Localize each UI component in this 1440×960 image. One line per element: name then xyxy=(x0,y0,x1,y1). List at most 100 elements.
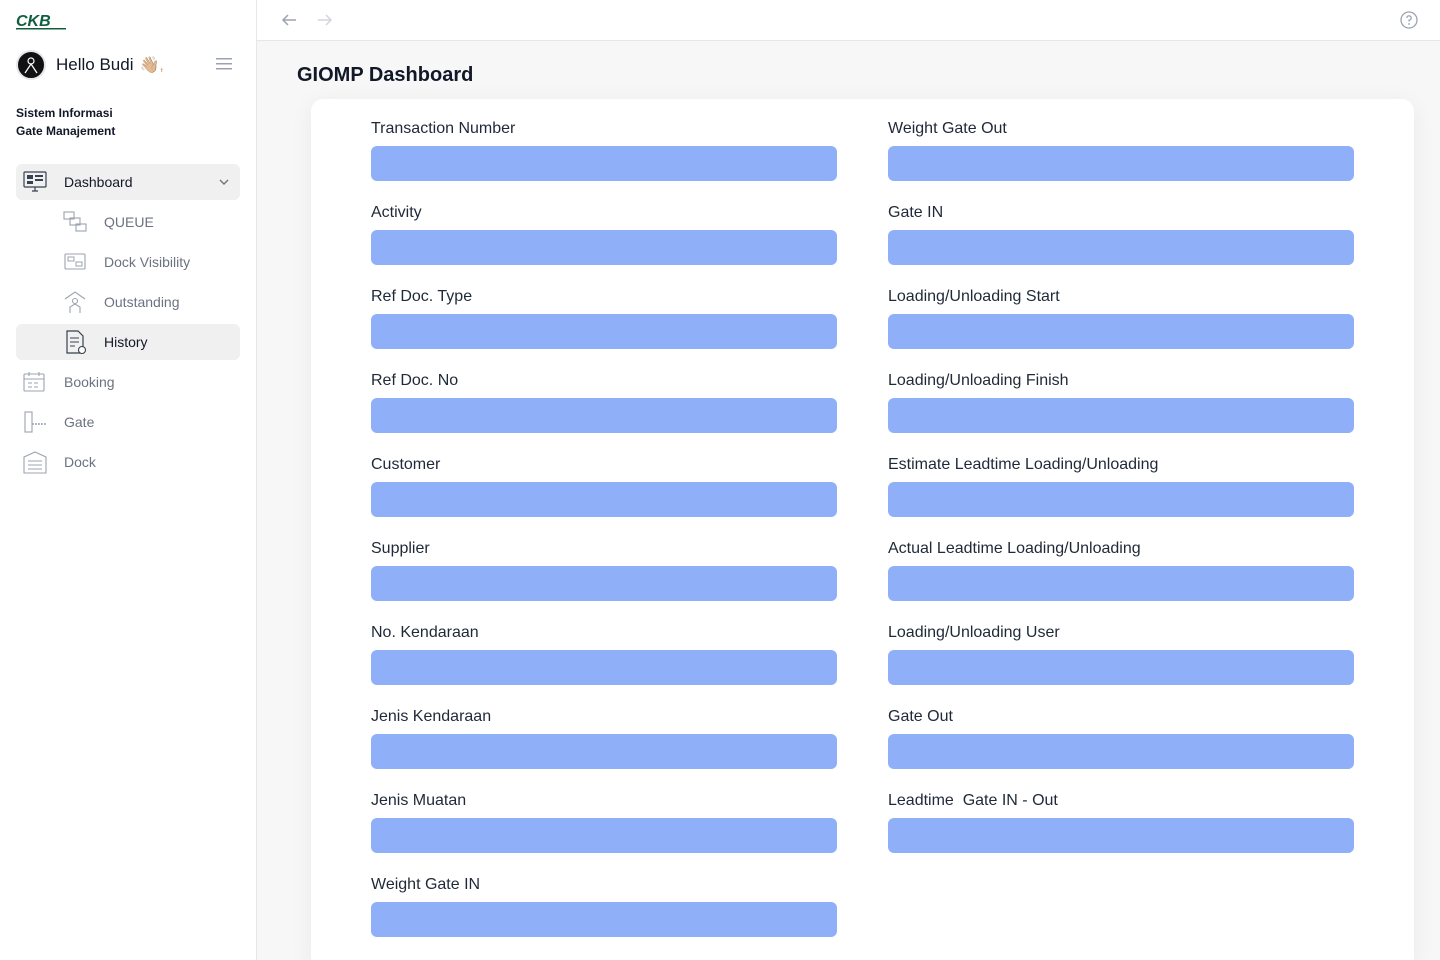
field-label: Gate Out xyxy=(888,708,953,725)
loading-unloading-user-input[interactable] xyxy=(888,650,1354,685)
field-actual-leadtime: Actual Leadtime Loading/Unloading xyxy=(888,539,1354,601)
field-weight-gate-in: Weight Gate IN xyxy=(371,875,837,937)
field-label: No. Kendaraan xyxy=(371,624,479,641)
field-gate-in: Gate IN xyxy=(888,203,1354,265)
nav-dashboard-label: Dashboard xyxy=(64,174,133,190)
logo-text: CKB xyxy=(16,13,51,30)
nav-booking-label: Booking xyxy=(64,374,115,390)
user-greeting: Hello Budi 👋🏼, xyxy=(16,50,240,80)
hamburger-menu-icon[interactable] xyxy=(216,57,232,71)
weight-gate-out-input[interactable] xyxy=(888,146,1354,181)
nav-history[interactable]: History xyxy=(16,324,240,360)
history-icon xyxy=(66,330,87,355)
field-label: Jenis Kendaraan xyxy=(371,708,492,725)
queue-icon xyxy=(63,211,87,232)
field-jenis-muatan: Jenis Muatan xyxy=(371,791,837,853)
field-activity: Activity xyxy=(371,203,837,265)
dock-icon xyxy=(23,451,47,474)
sidebar: CKB Hello Budi 👋🏼, Sistem Informasi Gate… xyxy=(0,0,257,960)
nav-dock-label: Dock xyxy=(64,454,96,470)
field-gate-out: Gate Out xyxy=(888,707,1354,769)
activity-input[interactable] xyxy=(371,230,837,265)
customer-input[interactable] xyxy=(371,482,837,517)
field-supplier: Supplier xyxy=(371,539,837,601)
gate-icon xyxy=(24,411,47,433)
field-label: Estimate Leadtime Loading/Unloading xyxy=(888,456,1159,473)
field-label: Actual Leadtime Loading/Unloading xyxy=(888,540,1141,557)
field-label: Loading/Unloading Start xyxy=(888,288,1060,305)
field-no-kendaraan: No. Kendaraan xyxy=(371,623,837,685)
loading-unloading-finish-input[interactable] xyxy=(888,398,1354,433)
field-loading-unloading-start: Loading/Unloading Start xyxy=(888,287,1354,349)
field-label: Weight Gate Out xyxy=(888,120,1007,137)
topbar xyxy=(257,0,1440,41)
field-label: Leadtime Gate IN - Out xyxy=(888,792,1058,809)
field-label: Supplier xyxy=(371,540,430,557)
wave-emoji: 👋🏼, xyxy=(139,57,164,74)
chevron-down-icon[interactable] xyxy=(218,176,230,188)
supplier-input[interactable] xyxy=(371,566,837,601)
field-label: Loading/Unloading Finish xyxy=(888,372,1069,389)
field-label: Weight Gate IN xyxy=(371,876,481,893)
leadtime-gate-in-out-input[interactable] xyxy=(888,818,1354,853)
field-loading-unloading-user: Loading/Unloading User xyxy=(888,623,1354,685)
back-arrow-icon[interactable] xyxy=(279,10,299,30)
nav-history-label: History xyxy=(104,334,148,350)
nav-outstanding[interactable]: Outstanding xyxy=(16,284,240,320)
transaction-number-input[interactable] xyxy=(371,146,837,181)
no-kendaraan-input[interactable] xyxy=(371,650,837,685)
page-title: GIOMP Dashboard xyxy=(297,64,474,86)
field-weight-gate-out: Weight Gate Out xyxy=(888,119,1354,181)
nav-gate-label: Gate xyxy=(64,414,95,430)
field-label: Ref Doc. No xyxy=(371,372,459,389)
jenis-muatan-input[interactable] xyxy=(371,818,837,853)
jenis-kendaraan-input[interactable] xyxy=(371,734,837,769)
field-label: Loading/Unloading User xyxy=(888,624,1060,641)
gate-in-input[interactable] xyxy=(888,230,1354,265)
ref-doc-no-input[interactable] xyxy=(371,398,837,433)
detail-card: Transaction Number Activity Ref Doc. Typ… xyxy=(311,99,1414,960)
greeting-text: Hello Budi xyxy=(56,55,134,74)
ckb-logo[interactable]: CKB xyxy=(16,12,68,32)
weight-gate-in-input[interactable] xyxy=(371,902,837,937)
app-title-line1: Sistem Informasi xyxy=(16,106,113,120)
booking-icon xyxy=(23,372,45,392)
avatar[interactable] xyxy=(16,50,46,80)
app-title-line2: Gate Manajement xyxy=(16,124,116,138)
nav-queue[interactable]: QUEUE xyxy=(16,204,240,240)
nav-dock[interactable]: Dock xyxy=(16,444,240,480)
field-leadtime-gate-in-out: Leadtime Gate IN - Out xyxy=(888,791,1354,853)
field-label: Jenis Muatan xyxy=(371,792,467,809)
field-customer: Customer xyxy=(371,455,837,517)
forward-arrow-icon[interactable] xyxy=(315,10,335,30)
field-label: Customer xyxy=(371,456,441,473)
user-avatar-icon xyxy=(24,57,38,74)
nav-queue-label: QUEUE xyxy=(104,214,154,230)
nav-outstanding-label: Outstanding xyxy=(104,294,180,310)
field-label: Activity xyxy=(371,204,422,221)
nav-booking[interactable]: Booking xyxy=(16,364,240,400)
gate-out-input[interactable] xyxy=(888,734,1354,769)
help-icon[interactable] xyxy=(1400,11,1418,29)
field-ref-doc-no: Ref Doc. No xyxy=(371,371,837,433)
nav-dock-visibility[interactable]: Dock Visibility xyxy=(16,244,240,280)
nav-dock-visibility-label: Dock Visibility xyxy=(104,254,191,270)
field-jenis-kendaraan: Jenis Kendaraan xyxy=(371,707,837,769)
outstanding-icon xyxy=(64,291,86,313)
field-estimate-leadtime: Estimate Leadtime Loading/Unloading xyxy=(888,455,1354,517)
loading-unloading-start-input[interactable] xyxy=(888,314,1354,349)
app-title: Sistem Informasi Gate Manajement xyxy=(16,104,115,140)
estimate-leadtime-input[interactable] xyxy=(888,482,1354,517)
ref-doc-type-input[interactable] xyxy=(371,314,837,349)
dashboard-icon xyxy=(23,171,47,192)
nav-dashboard[interactable]: Dashboard xyxy=(16,164,240,200)
actual-leadtime-input[interactable] xyxy=(888,566,1354,601)
field-label: Gate IN xyxy=(888,204,944,221)
field-label: Ref Doc. Type xyxy=(371,288,473,305)
field-loading-unloading-finish: Loading/Unloading Finish xyxy=(888,371,1354,433)
nav-gate[interactable]: Gate xyxy=(16,404,240,440)
dock-visibility-icon xyxy=(64,253,86,270)
field-ref-doc-type: Ref Doc. Type xyxy=(371,287,837,349)
field-label: Transaction Number xyxy=(371,120,516,137)
field-transaction-number: Transaction Number xyxy=(371,119,837,181)
